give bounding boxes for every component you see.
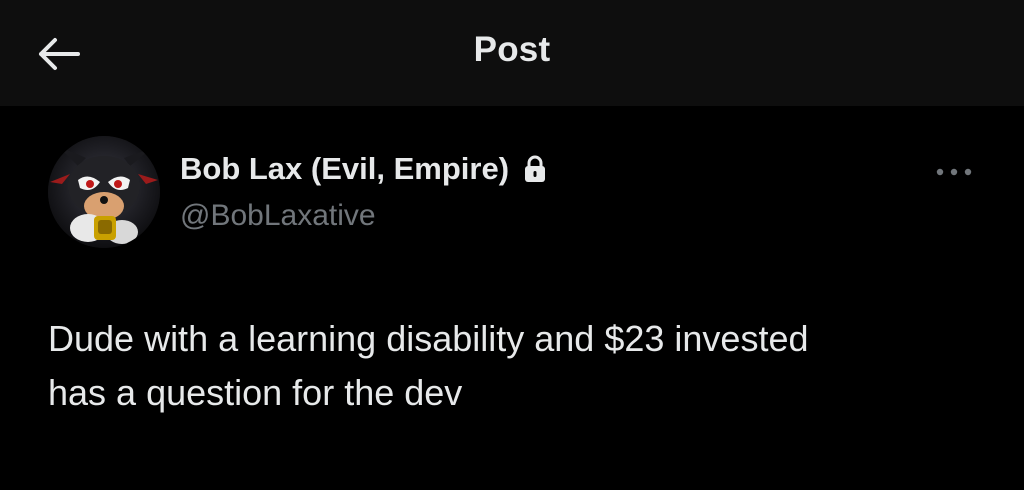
avatar[interactable]: [48, 136, 160, 248]
post-detail: Bob Lax (Evil, Empire) @BobLaxative Dude…: [0, 106, 1024, 490]
page-title: Post: [473, 30, 551, 69]
post-text-line: Dude with a learning disability and $23 …: [48, 318, 809, 359]
more-options-button[interactable]: [930, 158, 978, 186]
avatar-image: [48, 136, 160, 248]
author-handle[interactable]: @BobLaxative: [180, 199, 376, 233]
display-name: Bob Lax (Evil, Empire): [180, 151, 510, 186]
top-app-bar: Post: [0, 0, 1024, 106]
author-name-row[interactable]: Bob Lax (Evil, Empire): [180, 151, 547, 187]
lock-icon: [523, 155, 547, 183]
more-horizontal-icon: [936, 168, 972, 176]
post-text: Dude with a learning disability and $23 …: [48, 312, 988, 420]
post-text-line: has a question for the dev: [48, 372, 463, 413]
